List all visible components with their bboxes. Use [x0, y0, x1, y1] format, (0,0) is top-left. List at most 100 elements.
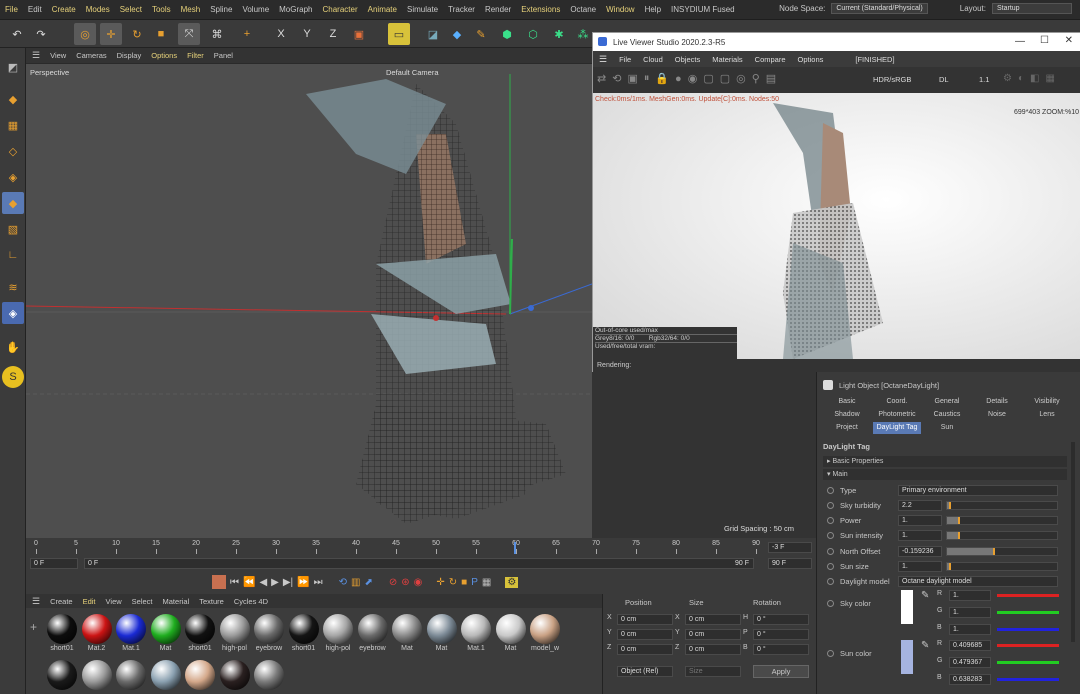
- uv-mode-icon[interactable]: ▧: [2, 218, 24, 240]
- live-viewer-menu-icon[interactable]: ☰: [599, 54, 607, 65]
- channel-slider[interactable]: [997, 661, 1059, 664]
- menu-tracker[interactable]: Tracker: [448, 5, 475, 14]
- material-item[interactable]: Mat: [391, 614, 423, 652]
- coord-size-field[interactable]: 0 cm: [685, 644, 741, 655]
- range-field[interactable]: 0 F 90 F: [84, 558, 754, 569]
- object-mode-icon[interactable]: ▣: [348, 23, 370, 45]
- attr-tab-shadow[interactable]: Shadow: [823, 409, 871, 421]
- keyframe-record-icon[interactable]: ▥: [351, 577, 360, 588]
- camera-icon[interactable]: ◧: [1030, 73, 1039, 84]
- render-region-icon[interactable]: ▭: [388, 23, 410, 45]
- slider-handle[interactable]: [949, 501, 952, 509]
- color-swatch[interactable]: [901, 640, 913, 674]
- settings-icon[interactable]: ⚙: [1003, 73, 1012, 84]
- lv-menu-materials[interactable]: Materials: [712, 55, 742, 64]
- timeline-ruler[interactable]: 0 5 10 15 20 25 30 35 40 45 50 55 60 65 70 75 80 85 90: [30, 540, 760, 554]
- attr-tab-coord-[interactable]: Coord.: [873, 396, 921, 408]
- points-mode-icon[interactable]: ◇: [2, 140, 24, 162]
- attr-tab-details[interactable]: Details: [973, 396, 1021, 408]
- prop-slider[interactable]: [946, 500, 1058, 510]
- key-param-icon[interactable]: P: [471, 577, 478, 588]
- material-menu-view[interactable]: View: [106, 597, 122, 606]
- material-item[interactable]: [150, 660, 182, 691]
- key-pla-icon[interactable]: ▦: [482, 577, 491, 588]
- scale-icon[interactable]: ■: [150, 23, 172, 45]
- prev-frame-icon[interactable]: ◀: [259, 577, 267, 588]
- prop-dropdown[interactable]: Primary environment: [898, 484, 1058, 496]
- channel-slider[interactable]: [997, 611, 1059, 614]
- prop-slider[interactable]: [946, 562, 1058, 571]
- menu-create[interactable]: Create: [52, 5, 76, 14]
- magnet-icon[interactable]: ✋: [2, 336, 24, 358]
- material-item[interactable]: Mat.1: [115, 614, 147, 652]
- node-space-dropdown[interactable]: Current (Standard/Physical): [831, 3, 928, 14]
- menu-window[interactable]: Window: [606, 5, 634, 14]
- material-item[interactable]: [115, 660, 147, 691]
- animate-dot-icon[interactable]: [827, 486, 834, 494]
- menu-mograph[interactable]: MoGraph: [279, 5, 312, 14]
- material-item[interactable]: [253, 660, 285, 691]
- restart-icon[interactable]: ⟲: [612, 72, 621, 85]
- material-item[interactable]: short01: [184, 614, 216, 652]
- material-item[interactable]: [81, 660, 113, 691]
- prop-value-field[interactable]: 1.: [898, 515, 942, 527]
- material-item[interactable]: Mat: [495, 614, 527, 652]
- layout-dropdown[interactable]: Startup: [992, 3, 1072, 14]
- menu-animate[interactable]: Animate: [368, 5, 397, 14]
- viewport-menu-icon[interactable]: ☰: [32, 50, 40, 61]
- cloner-icon[interactable]: ⁂: [572, 23, 594, 45]
- prop-dropdown[interactable]: Octane daylight model: [898, 576, 1058, 588]
- prop-slider[interactable]: [946, 531, 1058, 541]
- focus-icon[interactable]: ◉: [688, 72, 698, 85]
- record-icon[interactable]: ⊘: [389, 577, 397, 588]
- slider-handle[interactable]: [958, 532, 960, 540]
- attr-tab-basic[interactable]: Basic: [823, 396, 871, 408]
- lv-menu-options[interactable]: Options: [798, 55, 824, 64]
- material-item[interactable]: [46, 660, 78, 691]
- sub-icon[interactable]: ▢: [720, 72, 730, 85]
- timeline-options-icon[interactable]: ⚙: [505, 576, 519, 588]
- coord-rot-field[interactable]: 0 °: [753, 614, 809, 625]
- edges-mode-icon[interactable]: ◈: [2, 166, 24, 188]
- coord-mode-dropdown[interactable]: Object (Rel): [617, 666, 673, 677]
- pen-icon[interactable]: ✎: [470, 23, 492, 45]
- animate-dot-icon[interactable]: [827, 501, 834, 509]
- coord-size-field[interactable]: 0 cm: [685, 614, 741, 625]
- z-axis-icon[interactable]: Z: [322, 23, 344, 45]
- timeline[interactable]: 0 5 10 15 20 25 30 35 40 45 50 55 60 65 70 75 80 85 90 -3 …: [26, 538, 816, 572]
- clay-icon[interactable]: ▢: [703, 72, 713, 85]
- playhead[interactable]: [514, 542, 516, 554]
- key-scale-icon[interactable]: ■: [461, 577, 467, 588]
- material-item[interactable]: Mat: [150, 614, 182, 652]
- maximize-icon[interactable]: ☐: [1040, 35, 1049, 46]
- animate-dot-icon[interactable]: [827, 578, 834, 586]
- next-key-icon[interactable]: ⏩: [297, 577, 309, 588]
- model-mode-icon[interactable]: ◆: [2, 88, 24, 110]
- menu-spline[interactable]: Spline: [210, 5, 232, 14]
- rotate-icon[interactable]: ↻: [126, 23, 148, 45]
- eyedropper-icon[interactable]: ✎: [921, 640, 929, 651]
- menu-tools[interactable]: Tools: [152, 5, 171, 14]
- channel-icon[interactable]: ◎: [736, 72, 746, 85]
- channel-slider[interactable]: [997, 628, 1059, 631]
- deformer-icon[interactable]: ✱: [548, 23, 570, 45]
- material-item[interactable]: eyebrow: [253, 614, 285, 652]
- prop-slider[interactable]: [946, 546, 1058, 556]
- attr-tab-visibility[interactable]: Visibility: [1023, 396, 1071, 408]
- menu-insydium-fused[interactable]: INSYDIUM Fused: [671, 5, 735, 14]
- coord-pos-field[interactable]: 0 cm: [617, 629, 673, 640]
- channel-slider[interactable]: [997, 678, 1059, 681]
- material-item[interactable]: high-pol: [322, 614, 354, 652]
- slider-handle[interactable]: [949, 563, 952, 570]
- pick-icon[interactable]: ●: [675, 73, 682, 85]
- menu-extensions[interactable]: Extensions: [521, 5, 560, 14]
- coord-pos-field[interactable]: 0 cm: [617, 614, 673, 625]
- coord-pos-field[interactable]: 0 cm: [617, 644, 673, 655]
- attr-tab-photometric[interactable]: Photometric: [873, 409, 921, 421]
- viewport-menu-filter[interactable]: Filter: [187, 51, 204, 60]
- material-item[interactable]: [219, 660, 251, 691]
- channel-value-field[interactable]: 0.409685: [949, 640, 991, 651]
- hdr-icon[interactable]: ◐: [1018, 73, 1024, 84]
- menu-octane[interactable]: Octane: [570, 5, 596, 14]
- material-item[interactable]: Mat: [426, 614, 458, 652]
